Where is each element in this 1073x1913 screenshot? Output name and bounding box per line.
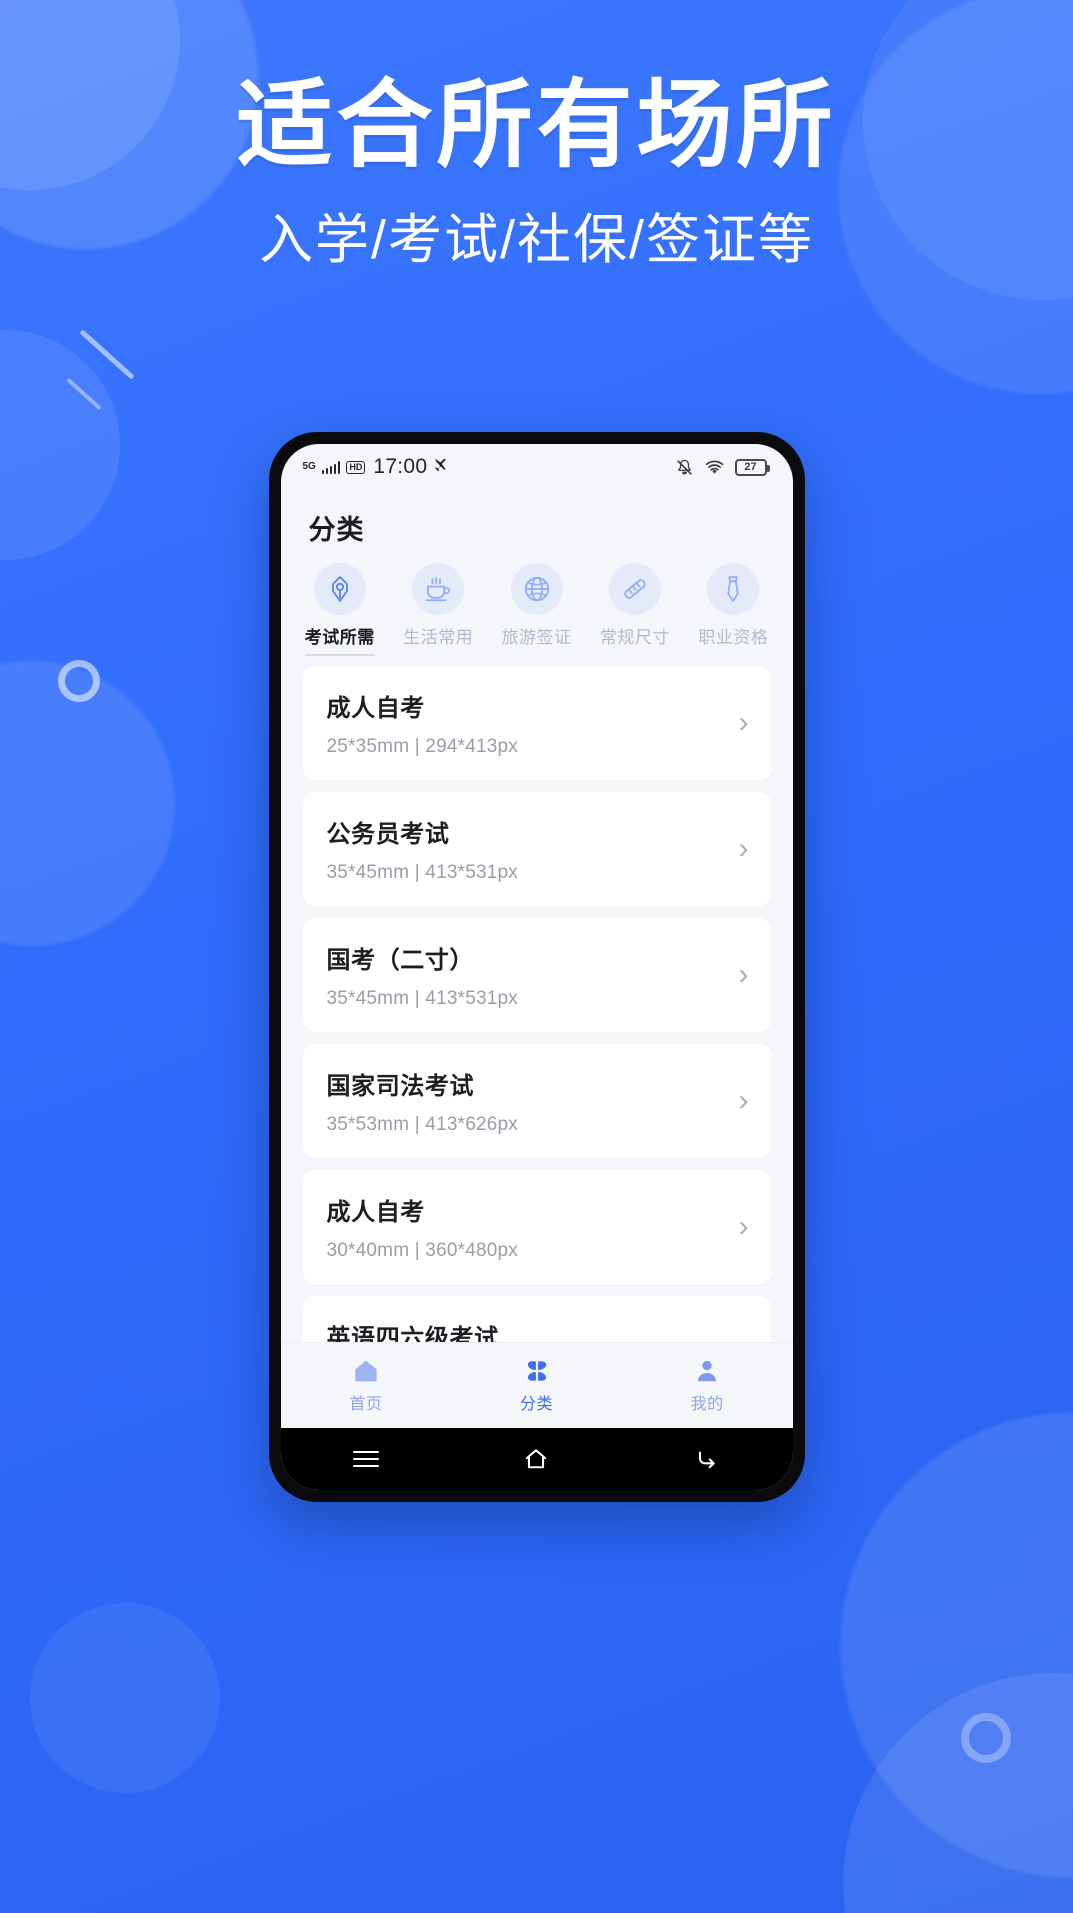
- phone-mockup: 5G HD 17:00 27 分类 考试所需 生活常用 旅游签证 常规尺寸 职业…: [268, 432, 805, 1502]
- category-tab-label: 职业资格: [698, 628, 769, 647]
- list-item-title: 国考（二寸）: [326, 947, 475, 974]
- android-navigation-bar: [280, 1428, 793, 1490]
- airplane-icon: [435, 458, 446, 472]
- decor-circle-5: [30, 1603, 220, 1793]
- promo-text-block: 适合所有场所 入学/考试/社保/签证等: [0, 72, 1073, 272]
- list-item-spec: 35*45mm | 413*531px: [326, 862, 518, 883]
- decor-ring-left: [58, 660, 100, 702]
- list-item-title: 国家司法考试: [326, 1073, 475, 1100]
- status-bar: 5G HD 17:00 27: [281, 444, 793, 490]
- category-tab-standard-size[interactable]: 常规尺寸: [586, 563, 684, 658]
- status-bar-left: 5G HD 17:00: [303, 455, 452, 479]
- category-tab-exam[interactable]: 考试所需: [291, 563, 389, 658]
- list-item-texts: 国家司法考试 35*53mm | 413*626px: [327, 1066, 518, 1136]
- coffee-cup-icon: [412, 563, 465, 615]
- promo-headline: 适合所有场所: [236, 72, 837, 179]
- network-type-label: 5G: [302, 461, 316, 472]
- battery-icon: 27: [734, 458, 770, 476]
- bottom-tabbar: 首页 分类 我的: [280, 1342, 793, 1428]
- list-item-spec: 35*45mm | 413*531px: [326, 988, 518, 1009]
- home-outline-icon[interactable]: [513, 1444, 559, 1474]
- tabbar-item-label: 分类: [520, 1395, 554, 1413]
- grid-icon: [527, 1360, 546, 1381]
- battery-level-label: 27: [744, 461, 757, 473]
- tabbar-item-category[interactable]: 分类: [451, 1358, 622, 1414]
- chevron-right-icon: ›: [738, 706, 749, 739]
- size-list[interactable]: 成人自考 25*35mm | 294*413px › 公务员考试 35*45mm…: [281, 658, 793, 1342]
- chevron-right-icon: ›: [738, 1084, 749, 1117]
- list-item-texts: 国考（二寸） 35*45mm | 413*531px: [327, 940, 518, 1010]
- promo-subheadline: 入学/考试/社保/签证等: [258, 209, 814, 270]
- category-tab-label: 旅游签证: [501, 628, 572, 647]
- category-tab-label: 考试所需: [304, 628, 375, 647]
- status-bar-right: 27: [675, 458, 770, 477]
- recents-icon[interactable]: [343, 1444, 389, 1474]
- list-item-texts: 成人自考 25*35mm | 294*413px: [327, 688, 518, 758]
- status-bar-clock: 17:00: [373, 455, 428, 478]
- home-icon: [355, 1360, 377, 1381]
- back-icon[interactable]: [684, 1444, 730, 1474]
- chevron-right-icon: ›: [738, 1210, 749, 1243]
- tabbar-item-home[interactable]: 首页: [281, 1358, 452, 1414]
- category-tab-travel-visa[interactable]: 旅游签证: [487, 563, 585, 658]
- bell-mute-icon: [676, 459, 692, 475]
- category-tab-label: 常规尺寸: [599, 628, 670, 647]
- list-item[interactable]: 国家司法考试 35*53mm | 413*626px ›: [302, 1044, 771, 1158]
- list-item-title: 公务员考试: [326, 821, 450, 848]
- list-item[interactable]: 成人自考 25*35mm | 294*413px ›: [302, 666, 771, 780]
- necktie-icon: [707, 563, 760, 615]
- list-item[interactable]: 英语四六级考试 12*16mm | 144*192px ›: [302, 1296, 771, 1342]
- chevron-right-icon: ›: [738, 958, 749, 991]
- chevron-right-icon: ›: [738, 832, 749, 865]
- category-tab-strip: 考试所需 生活常用 旅游签证 常规尺寸 职业资格: [280, 559, 793, 658]
- signal-bars-icon: [321, 460, 341, 474]
- category-tab-label: 生活常用: [403, 628, 474, 647]
- list-item-title: 成人自考: [326, 695, 425, 722]
- list-item-texts: 英语四六级考试 12*16mm | 144*192px: [327, 1318, 518, 1342]
- tabbar-item-label: 首页: [349, 1395, 383, 1413]
- page-title: 分类: [308, 515, 365, 545]
- list-item[interactable]: 公务员考试 35*45mm | 413*531px ›: [302, 792, 771, 906]
- list-item-title: 成人自考: [326, 1199, 425, 1226]
- category-tab-daily[interactable]: 生活常用: [389, 563, 487, 658]
- decor-ring-right: [961, 1713, 1011, 1763]
- list-item-spec: 25*35mm | 294*413px: [326, 736, 518, 757]
- list-item-texts: 成人自考 30*40mm | 360*480px: [327, 1192, 518, 1262]
- list-item-spec: 30*40mm | 360*480px: [326, 1240, 518, 1261]
- list-item[interactable]: 成人自考 30*40mm | 360*480px ›: [302, 1170, 771, 1284]
- category-tab-professional[interactable]: 职业资格: [684, 563, 782, 658]
- person-icon: [698, 1360, 717, 1381]
- list-item-spec: 35*53mm | 413*626px: [326, 1114, 518, 1135]
- list-item[interactable]: 国考（二寸） 35*45mm | 413*531px ›: [302, 918, 771, 1032]
- list-item-texts: 公务员考试 35*45mm | 413*531px: [327, 814, 518, 884]
- pen-nib-icon: [313, 563, 366, 615]
- hd-badge-icon: HD: [346, 460, 366, 474]
- ruler-icon: [608, 563, 661, 615]
- phone-screen: 5G HD 17:00 27 分类 考试所需 生活常用 旅游签证 常规尺寸 职业…: [280, 444, 793, 1490]
- list-item-title: 英语四六级考试: [326, 1325, 499, 1342]
- globe-icon: [510, 563, 563, 615]
- wifi-icon: [705, 460, 723, 474]
- tabbar-item-mine[interactable]: 我的: [622, 1358, 793, 1414]
- tabbar-item-label: 我的: [690, 1395, 724, 1413]
